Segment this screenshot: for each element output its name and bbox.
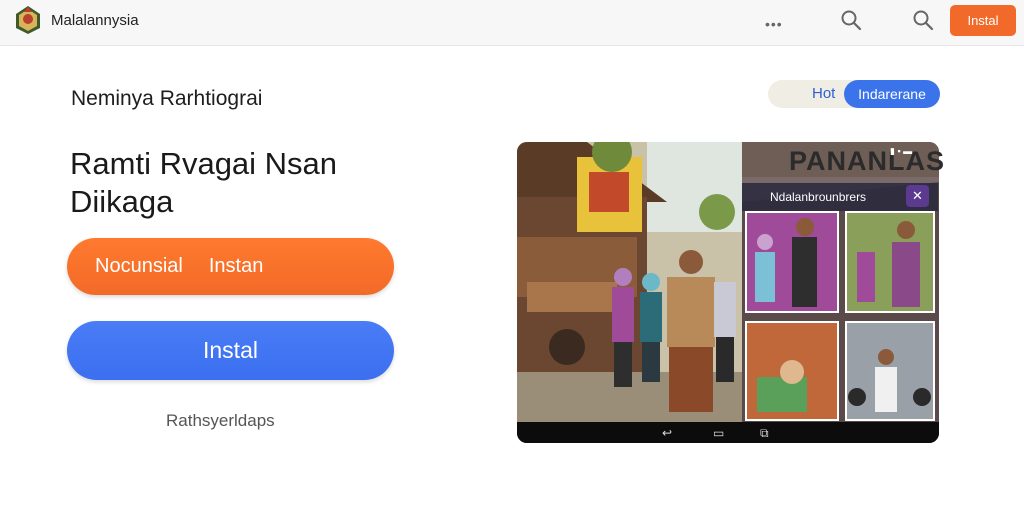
- app-name: Malalannysia: [51, 12, 139, 29]
- install-button[interactable]: Instal: [67, 321, 394, 380]
- more-dots-icon[interactable]: •••: [765, 16, 783, 32]
- primary-install-button[interactable]: Nocunsial Instan: [67, 238, 394, 295]
- headline-line-2: Diikaga: [70, 184, 174, 219]
- top-bar: Malalannysia ••• Instal: [0, 0, 1024, 46]
- primary-button-label-1: Nocunsial: [95, 255, 183, 277]
- header-install-button[interactable]: Instal: [950, 5, 1016, 36]
- back-icon[interactable]: ↩: [662, 426, 672, 440]
- preview-panel-title: Ndalanbrounbrers: [770, 190, 867, 204]
- toggle-option-hot[interactable]: Hot: [812, 85, 835, 102]
- recents-icon[interactable]: ⧉: [760, 426, 769, 441]
- status-bar-icons: ▮ ▪ ▬: [890, 146, 913, 156]
- toggle-option-selected[interactable]: Indarerane: [844, 80, 940, 108]
- page-title: Ramti Rvagai Nsan Diikaga: [70, 145, 390, 221]
- home-icon[interactable]: ▭: [713, 426, 724, 440]
- x-icon[interactable]: ✕: [906, 185, 929, 207]
- device-nav-bar: ↩ ▭ ⧉: [517, 422, 939, 443]
- page-subtitle: Neminya Rarhtiograi: [71, 87, 263, 110]
- search-icon-secondary[interactable]: [911, 8, 935, 32]
- footer-link[interactable]: Rathsyerldaps: [166, 411, 275, 431]
- headline-line-1: Ramti Rvagai Nsan: [70, 146, 338, 181]
- primary-button-label-2: Instan: [208, 255, 264, 277]
- language-toggle[interactable]: Hot Indarerane: [768, 80, 940, 108]
- search-icon[interactable]: [839, 8, 863, 32]
- app-logo-icon: [16, 6, 40, 34]
- preview-overlay-title: PANANLAS: [789, 146, 945, 176]
